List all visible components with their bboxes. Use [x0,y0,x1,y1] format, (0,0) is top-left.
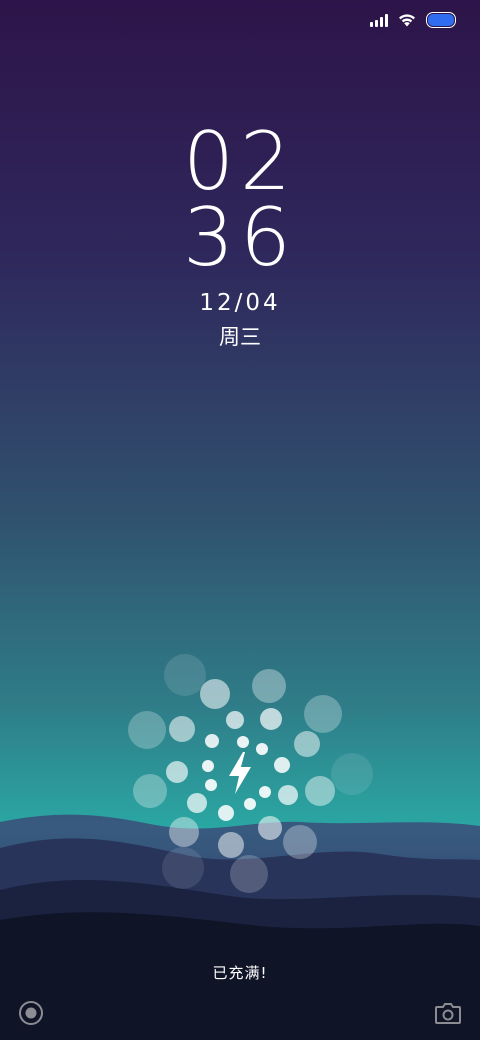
weekday: 周三 [219,325,261,349]
signal-icon [370,13,388,27]
clock-hour: 02 [183,115,297,208]
battery-icon [426,12,456,28]
charging-status-text: 已充满! [212,964,268,982]
clock: 02 36 [0,115,480,284]
clock-minute: 36 [183,191,297,284]
lightning-bolt-icon [229,752,251,794]
lock-screen: 02 36 12/04 周三 已充满! [0,0,480,1040]
status-bar [370,8,456,32]
assistant-circle-icon[interactable] [18,1000,44,1026]
battery-level [428,14,454,26]
camera-icon[interactable] [434,1000,462,1026]
date: 12/04 [199,290,281,316]
wifi-icon [399,14,415,27]
